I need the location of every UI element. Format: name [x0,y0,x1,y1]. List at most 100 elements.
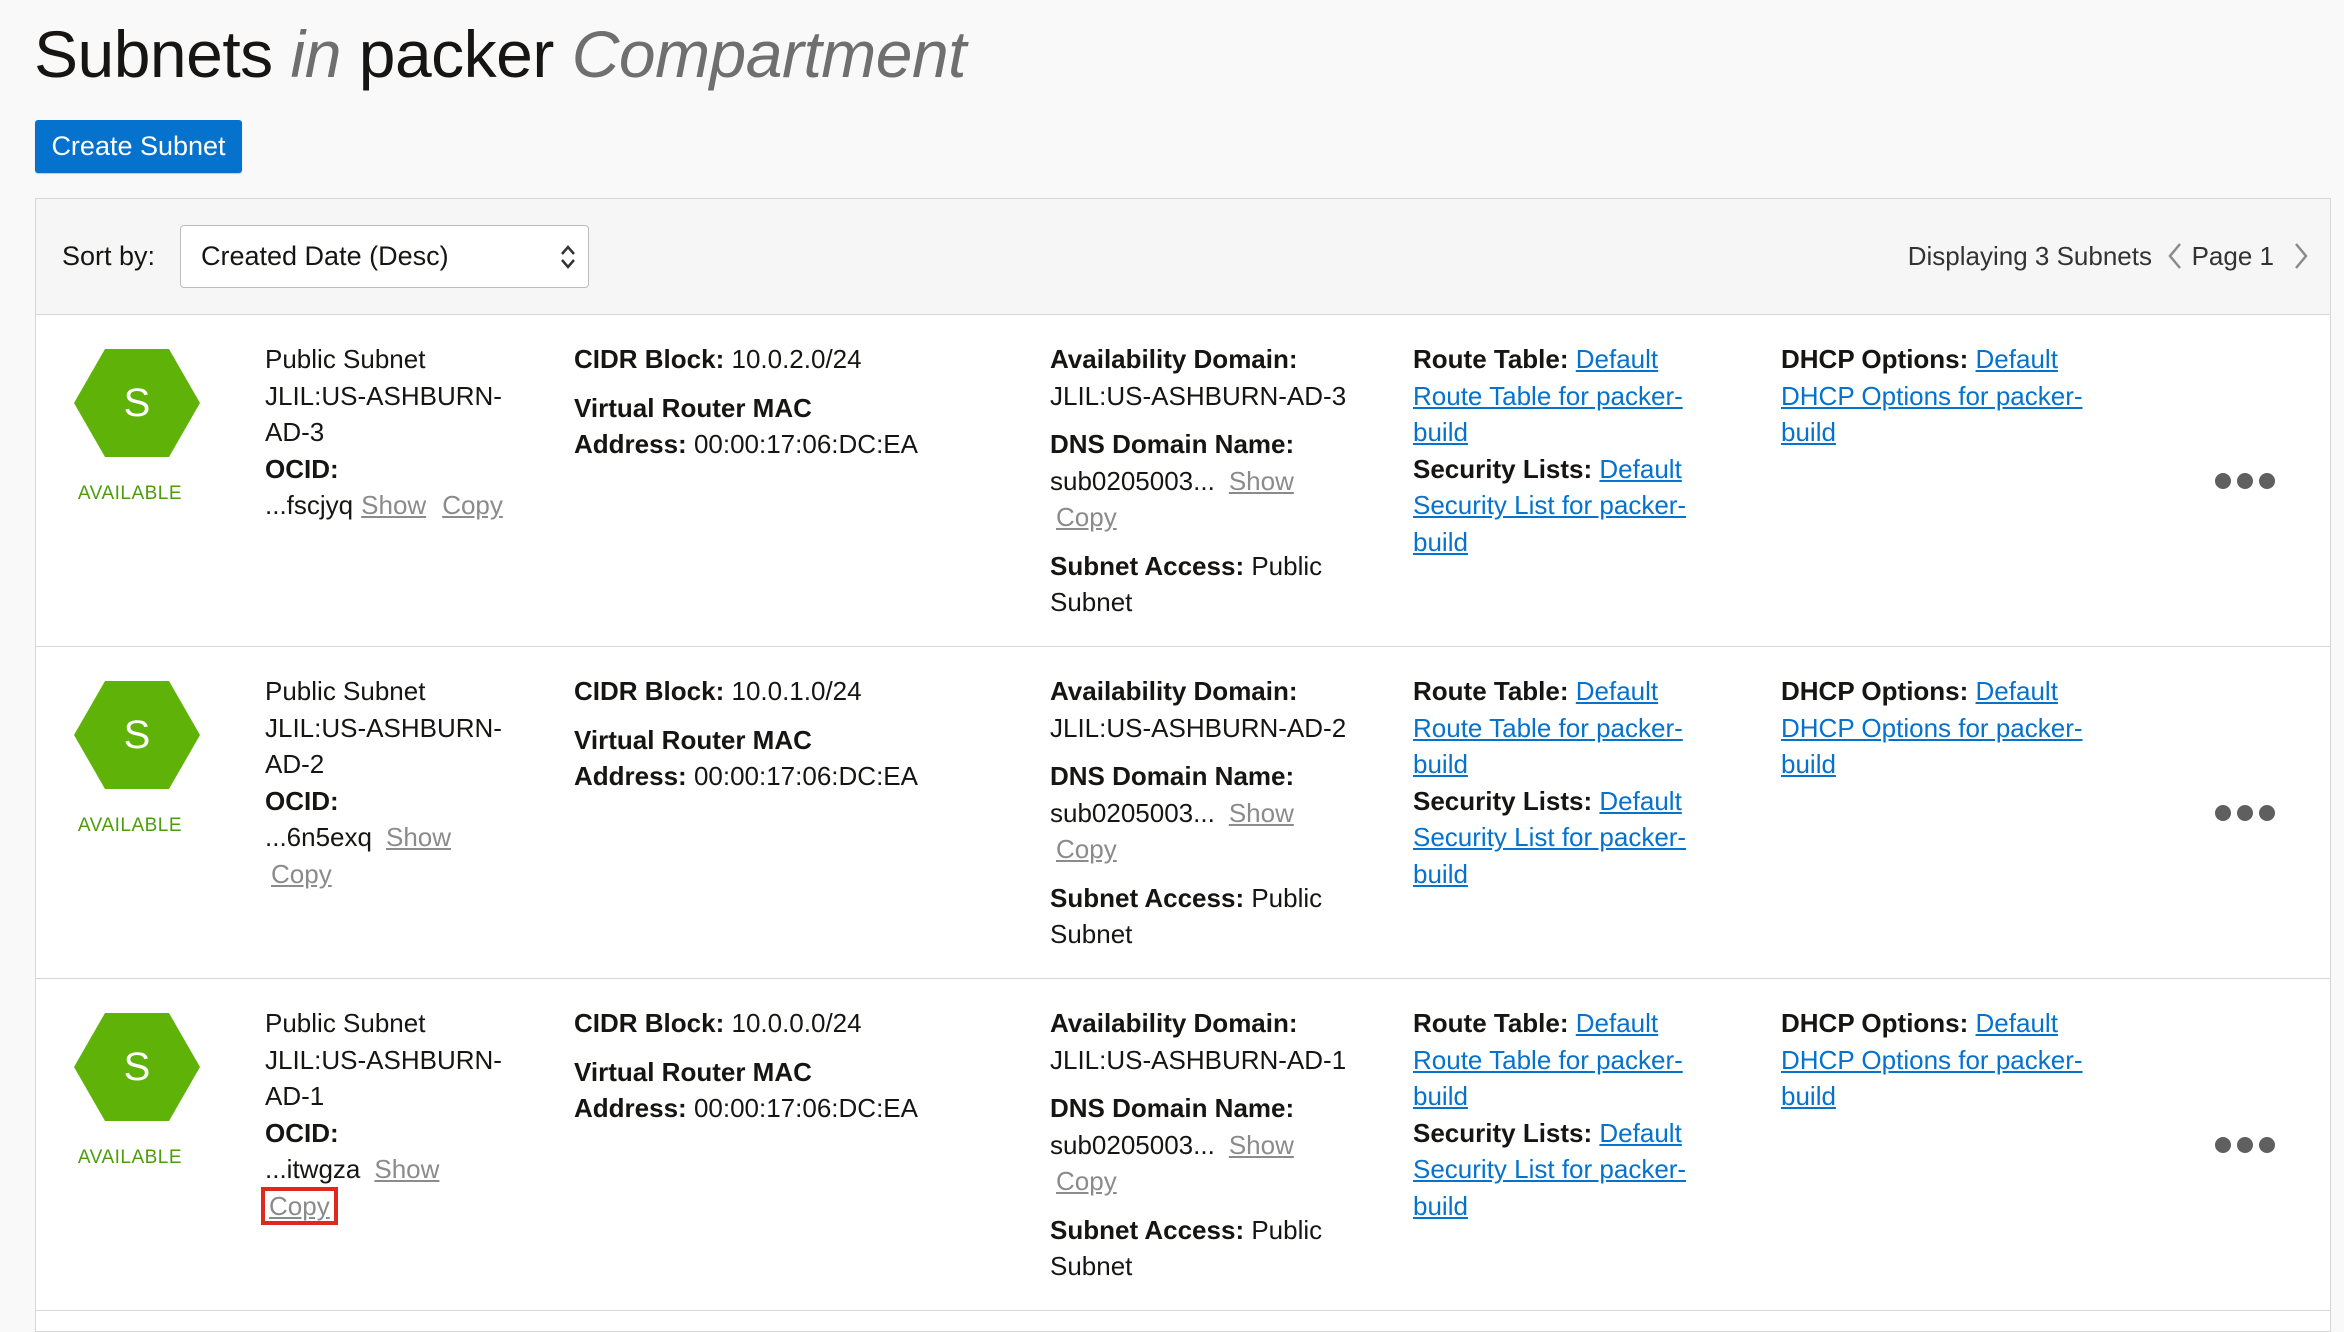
route-security-column: Route Table: Default Route Table for pac… [1413,1005,1743,1224]
dhcp-label: DHCP Options: [1781,1008,1969,1038]
dns-value: sub0205003... [1050,465,1215,496]
previous-page-icon[interactable] [2166,242,2184,270]
row-actions-icon[interactable] [2214,803,2276,823]
dhcp-label: DHCP Options: [1781,344,1969,374]
dns-value: sub0205003... [1050,797,1215,828]
subnet-icon-letter: S [124,713,151,757]
subnet-access-value-2: Subnet [1050,919,1133,949]
ocid-copy-link[interactable]: Copy [442,490,503,520]
title-compartment-suffix: Compartment [571,17,967,91]
route-table-link-line3[interactable]: build [1413,1081,1468,1111]
security-list-link[interactable]: Default [1599,1118,1681,1148]
dhcp-link-line3[interactable]: build [1781,417,1836,447]
vr-mac-value: 00:00:17:06:DC:EA [693,429,918,459]
sort-select[interactable]: Created Date (Desc) [180,225,589,288]
next-page-icon[interactable] [2292,242,2310,270]
dhcp-link-line2[interactable]: DHCP Options for packer- [1781,713,2083,743]
ocid-label: OCID: [265,453,339,484]
ocid-copy-link[interactable]: Copy [271,859,332,889]
row-actions-icon[interactable] [2214,471,2276,491]
ad-label: Availability Domain: [1050,344,1298,374]
dns-show-link[interactable]: Show [1229,798,1294,828]
route-table-link[interactable]: Default [1576,676,1658,706]
dhcp-link[interactable]: Default [1976,344,2058,374]
vr-mac-label: Virtual Router MAC [574,392,812,423]
ocid-show-link[interactable]: Show [361,490,426,520]
ad-value: JLIL:US-ASHBURN-AD-2 [1050,712,1347,743]
dhcp-link-line3[interactable]: build [1781,749,1836,779]
security-lists-label: Security Lists: [1413,1117,1593,1148]
cidr-value: 10.0.2.0/24 [731,344,862,374]
dns-show-link[interactable]: Show [1229,466,1294,496]
ocid-value: ...fscjyq [265,490,354,520]
dns-copy-link[interactable]: Copy [1056,502,1117,532]
security-list-link-line3[interactable]: build [1413,1191,1468,1221]
ocid-show-link[interactable]: Show [386,822,451,852]
route-table-link[interactable]: Default [1576,1008,1658,1038]
vr-mac-label-2: Address: [574,1093,687,1123]
route-table-link-line2[interactable]: Route Table for packer- [1413,713,1683,743]
subnet-name-link[interactable]: Public Subnet [265,344,425,374]
subnet-access-value-1: Public [1251,1214,1323,1245]
subnet-name-line2: JLIL:US-ASHBURN- [265,712,502,743]
subnet-name-line3: AD-1 [265,1081,325,1111]
security-list-link-line2[interactable]: Security List for packer- [1413,822,1686,852]
create-subnet-button[interactable]: Create Subnet [35,120,242,173]
vr-mac-value: 00:00:17:06:DC:EA [693,761,918,791]
subnet-name-line3: AD-3 [265,417,325,447]
security-list-link-line3[interactable]: build [1413,527,1468,557]
row-actions-icon[interactable] [2214,1135,2276,1155]
subnet-hexagon-icon: S [74,1013,200,1121]
dhcp-label: DHCP Options: [1781,676,1969,706]
security-list-link[interactable]: Default [1599,454,1681,484]
subnet-name-link[interactable]: Public Subnet [265,1008,425,1038]
vr-mac-label: Virtual Router MAC [574,724,812,755]
dhcp-link-line2[interactable]: DHCP Options for packer- [1781,1045,2083,1075]
vr-mac-label-2: Address: [574,429,687,459]
dns-show-link[interactable]: Show [1229,1130,1294,1160]
ocid-value: ...itwgza [265,1154,361,1184]
subnet-name-column: Public Subnet JLIL:US-ASHBURN- AD-3 OCID… [265,341,535,524]
route-table-link[interactable]: Default [1576,344,1658,374]
ad-label: Availability Domain: [1050,676,1298,706]
vr-mac-label: Virtual Router MAC [574,1056,812,1087]
route-table-link-line2[interactable]: Route Table for packer- [1413,1045,1683,1075]
ad-label: Availability Domain: [1050,1008,1298,1038]
list-toolbar: Sort by: Created Date (Desc) Displaying … [36,199,2330,315]
subnet-name-link[interactable]: Public Subnet [265,676,425,706]
dhcp-link-line3[interactable]: build [1781,1081,1836,1111]
availability-column: Availability Domain: JLIL:US-ASHBURN-AD-… [1050,673,1380,953]
ocid-label: OCID: [265,1117,339,1148]
subnet-icon-letter: S [124,381,151,425]
route-table-link-line3[interactable]: build [1413,749,1468,779]
dhcp-link[interactable]: Default [1976,1008,2058,1038]
route-table-link-line3[interactable]: build [1413,417,1468,447]
ad-value: JLIL:US-ASHBURN-AD-3 [1050,380,1347,411]
status-badge: AVAILABLE [77,1147,183,1168]
dns-copy-link[interactable]: Copy [1056,834,1117,864]
dhcp-link-line2[interactable]: DHCP Options for packer- [1781,381,2083,411]
dns-copy-link[interactable]: Copy [1056,1166,1117,1196]
security-list-link-line3[interactable]: build [1413,859,1468,889]
cidr-label: CIDR Block: [574,344,725,374]
subnet-access-label: Subnet Access: [1050,882,1245,913]
security-list-link-line2[interactable]: Security List for packer- [1413,490,1686,520]
security-list-link-line2[interactable]: Security List for packer- [1413,1154,1686,1184]
ocid-value: ...6n5exq [265,822,372,852]
vr-mac-label-2: Address: [574,761,687,791]
dhcp-link[interactable]: Default [1976,676,2058,706]
dhcp-column: DHCP Options: Default DHCP Options for p… [1781,673,2111,783]
cidr-label: CIDR Block: [574,1008,725,1038]
ocid-show-link[interactable]: Show [374,1154,439,1184]
subnet-access-value-2: Subnet [1050,587,1133,617]
route-table-link-line2[interactable]: Route Table for packer- [1413,381,1683,411]
status-badge: AVAILABLE [77,815,183,836]
page-title: Subnets in packer Compartment [34,12,967,96]
displaying-count: Displaying 3 Subnets [1907,241,2152,271]
subnet-name-line3: AD-2 [265,749,325,779]
title-in: in [290,17,342,91]
ocid-copy-link[interactable]: Copy [269,1191,330,1221]
security-list-link[interactable]: Default [1599,786,1681,816]
title-resource: Subnets [34,17,273,91]
cidr-value: 10.0.0.0/24 [731,1008,862,1038]
